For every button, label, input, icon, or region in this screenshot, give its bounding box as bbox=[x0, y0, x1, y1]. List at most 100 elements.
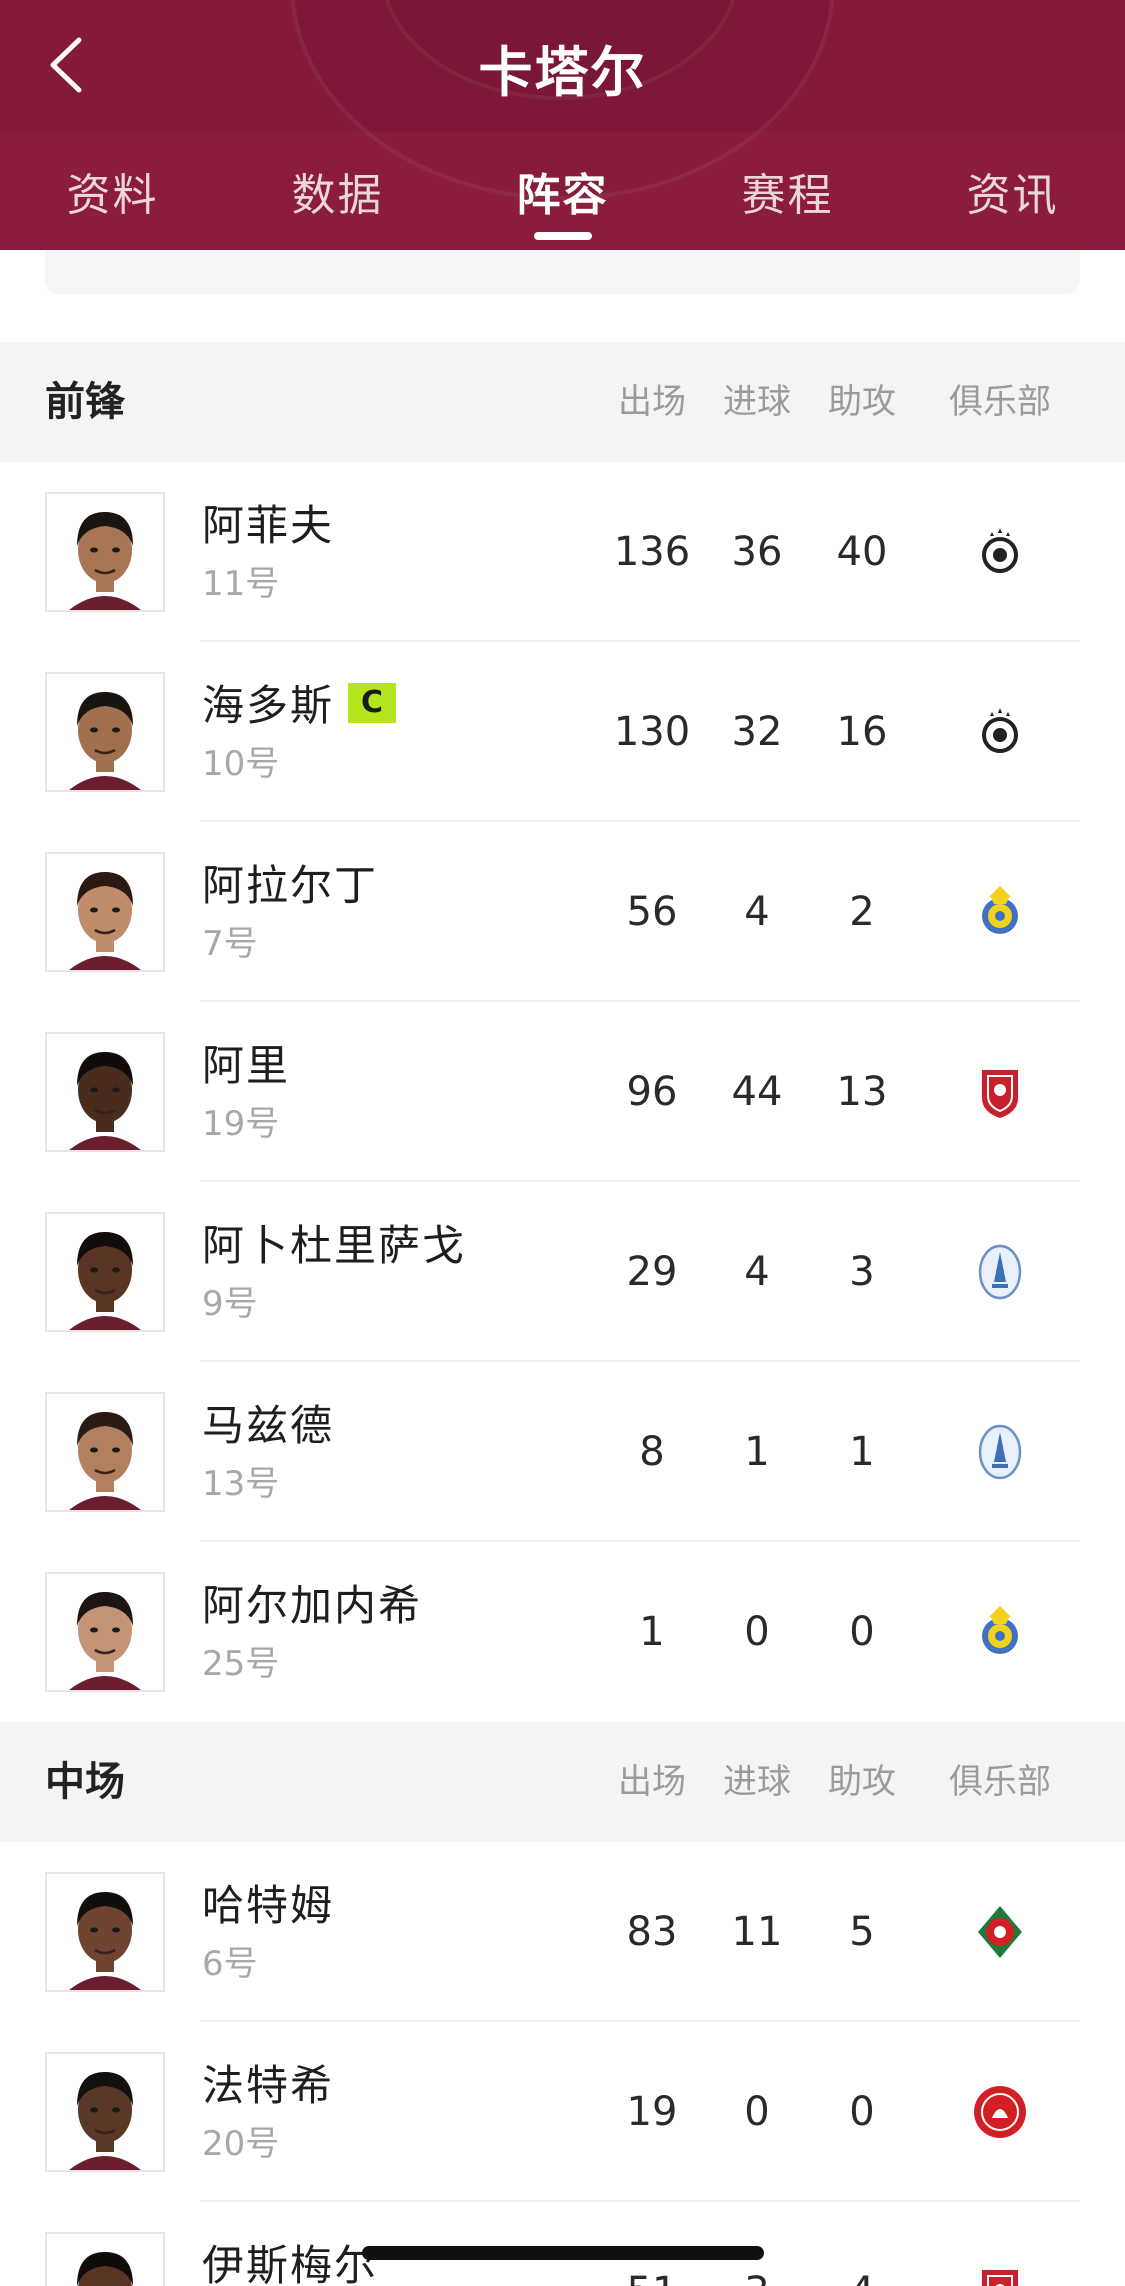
stat-assists: 1 bbox=[849, 1429, 875, 1475]
player-number: 7号 bbox=[202, 924, 258, 964]
al-rayyan-logo-icon[interactable] bbox=[970, 1902, 1030, 1962]
squad-content[interactable]: 前锋 出场 进球 助攻 俱乐部 阿菲夫 11号 136 36 40 海多斯 C 10号 130 32 16 阿拉… bbox=[0, 250, 1125, 2286]
stat-goals: 32 bbox=[731, 709, 783, 755]
column-header-assists: 助攻 bbox=[828, 1762, 896, 1802]
player-name-text: 伊斯梅尔 bbox=[202, 2241, 379, 2286]
section-title: 前锋 bbox=[45, 379, 125, 425]
section-header-midfielders: 中场 出场 进球 助攻 俱乐部 bbox=[0, 1722, 1125, 1842]
player-list: 阿菲夫 11号 136 36 40 海多斯 C 10号 130 32 16 阿拉尔丁 7号 56 4 2 阿里 1… bbox=[0, 462, 1125, 1722]
tab-label: 数据 bbox=[291, 170, 384, 221]
stat-goals: 1 bbox=[744, 1429, 770, 1475]
player-row[interactable]: 阿菲夫 11号 136 36 40 bbox=[0, 462, 1125, 642]
stat-assists: 0 bbox=[849, 2089, 875, 2135]
player-name: 阿里 bbox=[202, 1032, 290, 1093]
stat-assists: 4 bbox=[807, 2202, 917, 2286]
column-header-goals: 进球 bbox=[723, 1762, 791, 1802]
section-header-forwards: 前锋 出场 进球 助攻 俱乐部 bbox=[0, 342, 1125, 462]
tab-label: 赛程 bbox=[741, 170, 834, 221]
stat-goals: 4 bbox=[744, 889, 770, 935]
tab-profile[interactable]: 资料 bbox=[0, 132, 225, 250]
player-row[interactable]: 阿拉尔丁 7号 56 4 2 bbox=[0, 822, 1125, 1002]
column-header-club: 俱乐部 bbox=[949, 382, 1051, 422]
summary-card-remnant bbox=[45, 250, 1080, 294]
al-gharafa-logo-icon[interactable] bbox=[970, 882, 1030, 942]
stat-assists: 2 bbox=[849, 889, 875, 935]
stat-goals: 0 bbox=[744, 2089, 770, 2135]
stat-assists: 3 bbox=[849, 1249, 875, 1295]
player-row[interactable]: 海多斯 C 10号 130 32 16 bbox=[0, 642, 1125, 822]
al-duhail-logo-icon[interactable] bbox=[970, 1062, 1030, 1122]
column-header-club: 俱乐部 bbox=[949, 1762, 1051, 1802]
player-name: 阿菲夫 bbox=[202, 492, 334, 553]
stat-goals: 36 bbox=[731, 529, 783, 575]
al-wakrah-logo-icon[interactable] bbox=[970, 1422, 1030, 1482]
player-name-text: 法特希 bbox=[202, 2061, 335, 2110]
player-number: 19号 bbox=[202, 1104, 280, 1144]
tab-label: 阵容 bbox=[516, 170, 609, 221]
al-wakrah-logo-icon[interactable] bbox=[970, 1242, 1030, 1302]
section-title: 中场 bbox=[45, 1759, 125, 1805]
stat-appearances: 19 bbox=[626, 2089, 678, 2135]
captain-badge: C bbox=[348, 682, 397, 723]
player-name: 马兹德 bbox=[202, 1392, 334, 1453]
player-row[interactable]: 阿卜杜里萨戈 9号 29 4 3 bbox=[0, 1182, 1125, 1362]
player-name-text: 阿卜杜里萨戈 bbox=[202, 1221, 467, 1270]
player-number: 9号 bbox=[202, 1284, 258, 1324]
stat-appearances: 1 bbox=[639, 1609, 665, 1655]
player-row[interactable]: 伊斯梅尔 5134 bbox=[0, 2202, 1125, 2286]
player-row[interactable]: 马兹德 13号 8 1 1 bbox=[0, 1362, 1125, 1542]
stat-assists: 0 bbox=[849, 1609, 875, 1655]
player-name-text: 阿菲夫 bbox=[202, 501, 335, 550]
stat-goals: 0 bbox=[744, 1609, 770, 1655]
stat-assists: 16 bbox=[836, 709, 888, 755]
player-name-text: 阿拉尔丁 bbox=[202, 861, 379, 910]
stat-goals: 3 bbox=[702, 2202, 812, 2286]
al-sadd-logo-icon[interactable] bbox=[970, 522, 1030, 582]
column-header-apps: 出场 bbox=[618, 382, 686, 422]
al-duhail-logo-icon[interactable] bbox=[970, 2262, 1030, 2286]
tab-stats[interactable]: 数据 bbox=[225, 132, 450, 250]
stat-appearances: 130 bbox=[613, 709, 691, 755]
app-header: 卡塔尔 资料 数据 阵容 赛程 资讯 bbox=[0, 0, 1125, 250]
player-number: 6号 bbox=[202, 1944, 258, 1984]
al-gharafa-logo-icon[interactable] bbox=[970, 1602, 1030, 1662]
player-name: 海多斯 C bbox=[202, 672, 397, 733]
player-avatar bbox=[45, 1572, 165, 1692]
player-row[interactable]: 阿尔加内希 25号 1 0 0 bbox=[0, 1542, 1125, 1722]
column-header-assists: 助攻 bbox=[828, 382, 896, 422]
player-avatar bbox=[45, 852, 165, 972]
stat-appearances: 136 bbox=[613, 529, 691, 575]
player-name-text: 阿尔加内希 bbox=[202, 1581, 423, 1630]
player-row[interactable]: 阿里 19号 96 44 13 bbox=[0, 1002, 1125, 1182]
tab-squad[interactable]: 阵容 bbox=[450, 132, 675, 250]
player-row[interactable]: 法特希 20号 19 0 0 bbox=[0, 2022, 1125, 2202]
page-title: 卡塔尔 bbox=[478, 41, 647, 104]
player-name-text: 哈特姆 bbox=[202, 1881, 335, 1930]
stat-goals: 44 bbox=[731, 1069, 783, 1115]
player-name: 伊斯梅尔 bbox=[202, 2232, 378, 2286]
player-number: 10号 bbox=[202, 744, 280, 784]
tab-news[interactable]: 资讯 bbox=[900, 132, 1125, 250]
player-avatar bbox=[45, 1392, 165, 1512]
active-tab-indicator bbox=[534, 232, 592, 240]
player-number: 25号 bbox=[202, 1644, 280, 1684]
player-avatar bbox=[45, 492, 165, 612]
tab-bar: 资料 数据 阵容 赛程 资讯 bbox=[0, 132, 1125, 250]
stat-appearances: 56 bbox=[626, 889, 678, 935]
player-avatar bbox=[45, 672, 165, 792]
stat-appearances: 83 bbox=[626, 1909, 678, 1955]
player-row[interactable]: 哈特姆 6号 83 11 5 bbox=[0, 1842, 1125, 2022]
player-number: 13号 bbox=[202, 1464, 280, 1504]
player-avatar bbox=[45, 1032, 165, 1152]
stat-goals: 4 bbox=[744, 1249, 770, 1295]
stat-appearances: 96 bbox=[626, 1069, 678, 1115]
column-header-goals: 进球 bbox=[723, 382, 791, 422]
tab-schedule[interactable]: 赛程 bbox=[675, 132, 900, 250]
player-name: 阿尔加内希 bbox=[202, 1572, 422, 1633]
al-sadd-logo-icon[interactable] bbox=[970, 702, 1030, 762]
tab-label: 资料 bbox=[66, 170, 159, 221]
player-list: 哈特姆 6号 83 11 5 法特希 20号 19 0 0 伊斯梅尔 5134 bbox=[0, 1842, 1125, 2286]
al-arabi-logo-icon[interactable] bbox=[970, 2082, 1030, 2142]
stat-goals: 11 bbox=[731, 1909, 783, 1955]
player-name: 哈特姆 bbox=[202, 1872, 334, 1933]
